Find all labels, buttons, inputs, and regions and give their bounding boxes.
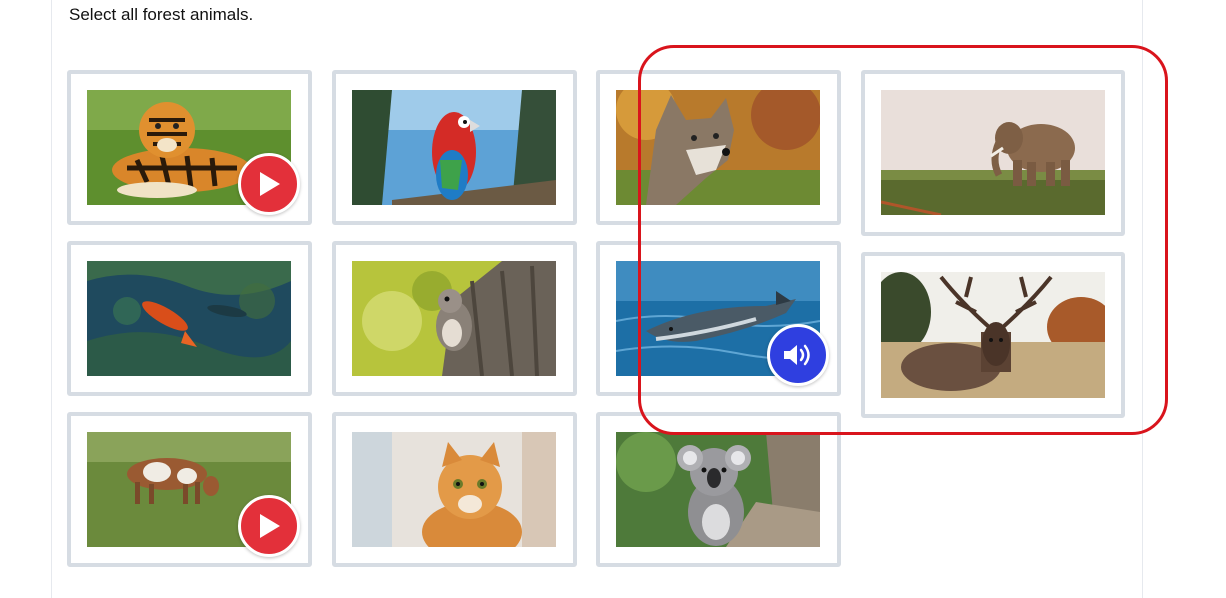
parrot-image — [352, 90, 556, 205]
squirrel-image — [352, 261, 556, 376]
play-icon — [260, 514, 280, 538]
play-video-button[interactable] — [238, 153, 300, 215]
choice-wolf[interactable] — [596, 70, 841, 225]
choice-cat[interactable] — [332, 412, 577, 567]
koi-fish-image — [87, 261, 291, 376]
choice-koi-fish[interactable] — [67, 241, 312, 396]
question-prompt: Select all forest animals. — [69, 5, 254, 24]
cat-image — [352, 432, 556, 547]
choice-cow[interactable] — [67, 412, 312, 567]
choice-koala[interactable] — [596, 412, 841, 567]
speaker-icon — [784, 344, 810, 366]
deer-image — [881, 272, 1105, 398]
choice-dolphin[interactable] — [596, 241, 841, 396]
choice-elephant[interactable] — [861, 70, 1125, 236]
choice-parrot[interactable] — [332, 70, 577, 225]
play-icon — [260, 172, 280, 196]
choice-squirrel[interactable] — [332, 241, 577, 396]
play-video-button[interactable] — [238, 495, 300, 557]
play-audio-button[interactable] — [767, 324, 829, 386]
elephant-image — [881, 90, 1105, 215]
koala-image — [616, 432, 820, 547]
wolf-image — [616, 90, 820, 205]
choice-tiger[interactable] — [67, 70, 312, 225]
choice-deer[interactable] — [861, 252, 1125, 418]
